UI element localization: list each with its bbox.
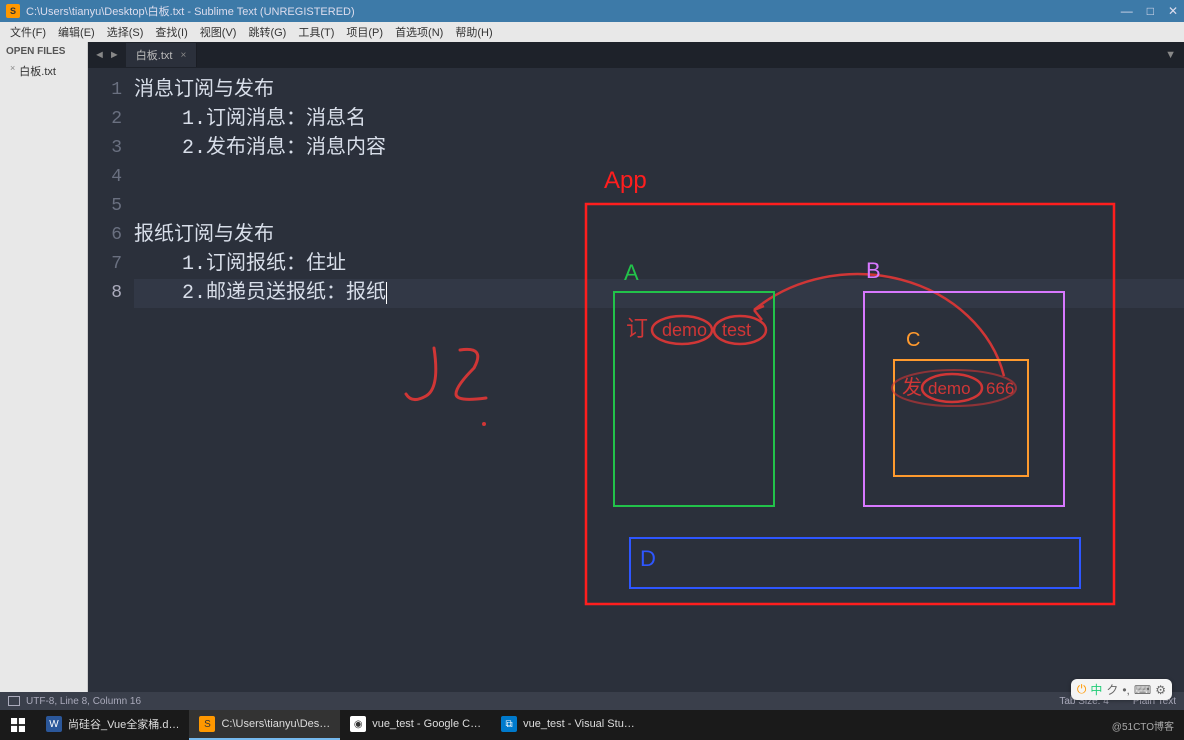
tab-dropdown-icon[interactable]: ▼ (1157, 49, 1184, 61)
line-number: 3 (88, 134, 122, 163)
taskbar-items: W 尚硅谷_Vue全家桶.d… S C:\Users\tianyu\Des… ◉ vue_… (36, 710, 645, 740)
menu-help[interactable]: 帮助(H) (449, 24, 498, 40)
ime-lang[interactable]: 中 (1090, 681, 1102, 698)
app-icon: S (6, 4, 20, 18)
sidebar: OPEN FILES × 白板.txt (0, 42, 88, 692)
diagram-c-ann-prefix: 发 (902, 376, 922, 399)
diagram-c-label: C (906, 329, 920, 351)
taskbar-item[interactable]: ⧉ vue_test - Visual Stu… (491, 710, 645, 740)
title-bar: S C:\Users\tianyu\Desktop\白板.txt - Subli… (0, 0, 1184, 22)
window-controls: — □ ✕ (1121, 4, 1178, 18)
code-line[interactable]: 1.订阅消息：消息名 (134, 105, 1184, 134)
menu-preferences[interactable]: 首选项(N) (389, 24, 449, 40)
line-number: 8 (88, 279, 122, 308)
code-line[interactable]: 消息订阅与发布 (134, 76, 1184, 105)
close-file-icon[interactable]: × (10, 63, 15, 73)
code-line[interactable]: 报纸订阅与发布 (134, 221, 1184, 250)
line-number: 5 (88, 192, 122, 221)
diagram-d-label: D (640, 546, 656, 571)
ime-power-icon[interactable]: ⏻ (1077, 682, 1087, 697)
diagram-a-ann-w2: test (722, 320, 751, 340)
menu-goto[interactable]: 跳转(G) (242, 24, 292, 40)
taskbar-item-label: vue_test - Visual Stu… (523, 718, 635, 730)
code-line[interactable] (134, 192, 1184, 221)
start-button[interactable] (0, 710, 36, 740)
menu-project[interactable]: 项目(P) (340, 24, 389, 40)
console-icon[interactable] (8, 696, 20, 706)
tab-nav-right[interactable]: ► (109, 49, 120, 61)
taskbar: W 尚硅谷_Vue全家桶.d… S C:\Users\tianyu\Des… ◉ vue_… (0, 710, 1184, 740)
code-line[interactable]: 1.订阅报纸：住址 (134, 250, 1184, 279)
main-area: OPEN FILES × 白板.txt ◄ ► 白板.txt × ▼ 12345… (0, 42, 1184, 692)
taskbar-item[interactable]: W 尚硅谷_Vue全家桶.d… (36, 710, 189, 740)
taskbar-item[interactable]: S C:\Users\tianyu\Des… (189, 710, 340, 740)
menu-tools[interactable]: 工具(T) (292, 24, 340, 40)
code-line[interactable]: 2.发布消息：消息内容 (134, 134, 1184, 163)
editor-column: ◄ ► 白板.txt × ▼ 12345678 消息订阅与发布 1.订阅消息：消… (88, 42, 1184, 692)
tab-strip: ◄ ► 白板.txt × ▼ (88, 42, 1184, 68)
menu-edit[interactable]: 编辑(E) (52, 24, 101, 40)
tab-nav-left[interactable]: ◄ (94, 49, 105, 61)
menu-select[interactable]: 选择(S) (101, 24, 150, 40)
diagram-a-ann-w1: demo (662, 320, 707, 340)
taskbar-item-label: vue_test - Google C… (372, 718, 481, 730)
status-left: UTF-8, Line 8, Column 16 (26, 696, 141, 707)
taskbar-app-icon: W (46, 716, 62, 732)
taskbar-app-icon: ⧉ (501, 716, 517, 732)
taskbar-app-icon: S (199, 716, 215, 732)
line-number: 4 (88, 163, 122, 192)
menu-bar: 文件(F) 编辑(E) 选择(S) 查找(I) 视图(V) 跳转(G) 工具(T… (0, 22, 1184, 42)
tab-close-icon[interactable]: × (180, 50, 186, 61)
tab-label: 白板.txt (136, 47, 173, 63)
system-tray[interactable]: @51CTO博客 (1102, 718, 1184, 733)
taskbar-item-label: C:\Users\tianyu\Des… (221, 718, 330, 730)
tab[interactable]: 白板.txt × (126, 43, 198, 67)
line-number: 2 (88, 105, 122, 134)
status-bar: UTF-8, Line 8, Column 16 Tab Size: 4 Pla… (0, 692, 1184, 710)
line-number: 1 (88, 76, 122, 105)
code-line[interactable] (134, 163, 1184, 192)
menu-file[interactable]: 文件(F) (4, 24, 52, 40)
line-number: 7 (88, 250, 122, 279)
text-cursor (386, 282, 387, 304)
menu-find[interactable]: 查找(I) (149, 24, 193, 40)
tray-text: @51CTO博客 (1112, 718, 1174, 733)
maximize-button[interactable]: □ (1147, 4, 1154, 18)
ime-settings-icon[interactable]: ⚙ (1155, 683, 1166, 697)
menu-view[interactable]: 视图(V) (194, 24, 243, 40)
editor[interactable]: 12345678 消息订阅与发布 1.订阅消息：消息名 2.发布消息：消息内容报… (88, 68, 1184, 692)
taskbar-app-icon: ◉ (350, 716, 366, 732)
taskbar-item[interactable]: ◉ vue_test - Google C… (340, 710, 491, 740)
ime-bar[interactable]: ⏻ 中 ク •, ⌨ ⚙ (1071, 679, 1172, 700)
sidebar-file-name: 白板.txt (19, 66, 56, 78)
sidebar-heading: OPEN FILES (0, 42, 87, 61)
ime-punct[interactable]: •, (1122, 683, 1130, 697)
diagram-c-ann-w2: 666 (986, 379, 1014, 398)
ime-keyboard-icon[interactable]: ⌨ (1134, 683, 1151, 697)
diagram-c-ann-w1: demo (928, 379, 971, 398)
ime-shape[interactable]: ク (1106, 681, 1118, 698)
minimize-button[interactable]: — (1121, 4, 1133, 18)
taskbar-item-label: 尚硅谷_Vue全家桶.d… (68, 716, 179, 732)
line-number: 6 (88, 221, 122, 250)
close-button[interactable]: ✕ (1168, 4, 1178, 18)
code-area[interactable]: 消息订阅与发布 1.订阅消息：消息名 2.发布消息：消息内容报纸订阅与发布 1.… (134, 68, 1184, 692)
tab-nav-arrows: ◄ ► (88, 49, 126, 61)
code-line[interactable]: 2.邮递员送报纸：报纸 (134, 279, 1184, 308)
sidebar-open-file[interactable]: × 白板.txt (0, 61, 87, 81)
gutter: 12345678 (88, 68, 134, 692)
window-title: C:\Users\tianyu\Desktop\白板.txt - Sublime… (26, 3, 1121, 19)
diagram-a-ann-prefix: 订 (626, 316, 648, 341)
